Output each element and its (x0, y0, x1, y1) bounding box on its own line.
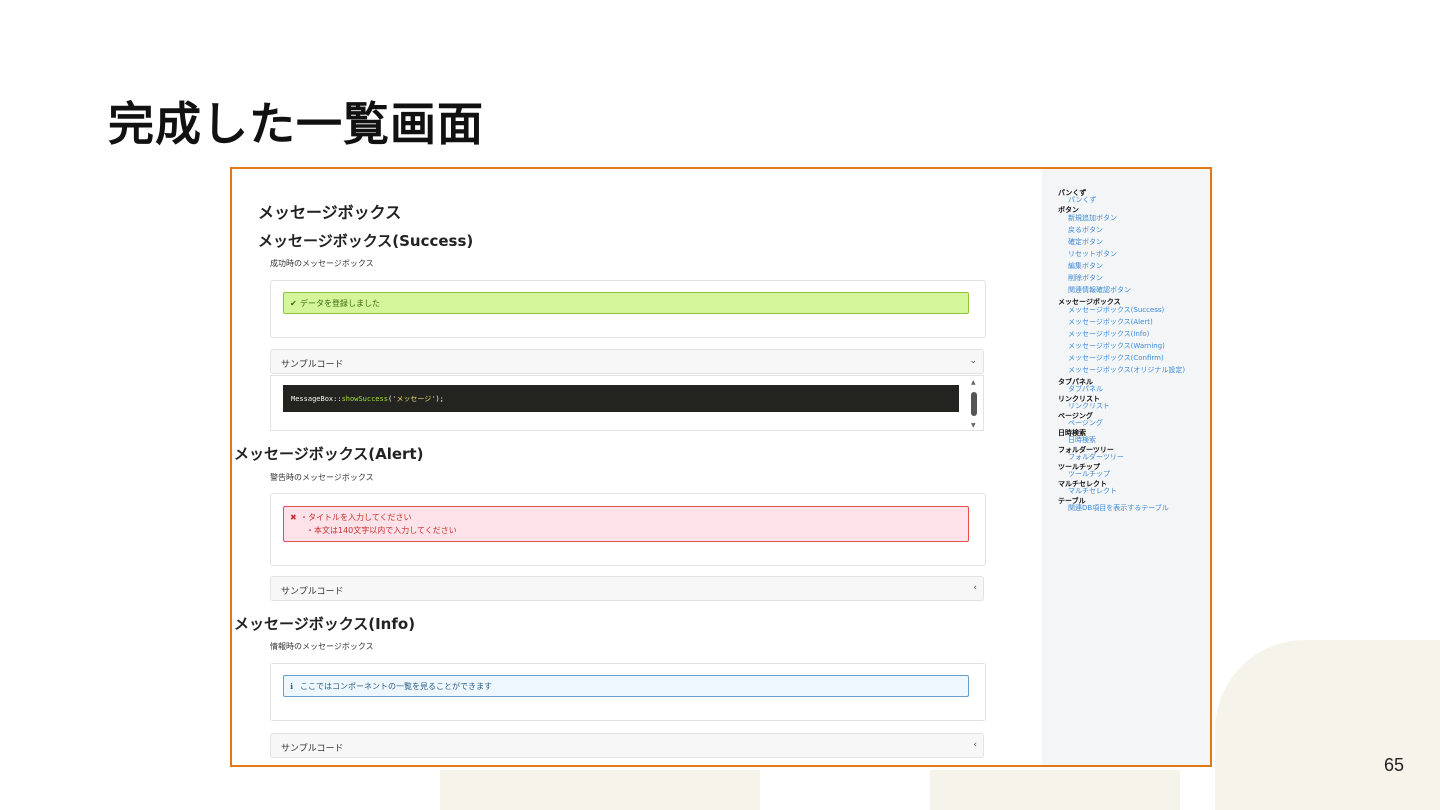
main-content: メッセージボックス メッセージボックス(Success) 成功時のメッセージボッ… (232, 169, 1042, 765)
alert-message-line-2: ・本文は140文字以内で入力してください (306, 526, 457, 535)
sidebar-link[interactable]: メッセージボックス(Success) (1068, 307, 1208, 314)
sidebar-link[interactable]: 戻るボタン (1068, 227, 1208, 234)
alert-message-line-1: ・タイトルを入力してください (300, 513, 412, 522)
chevron-left-icon: ‹ (973, 740, 977, 750)
sidebar-link[interactable]: メッセージボックス(Warning) (1068, 343, 1208, 350)
message-card-alert: ✖ ・タイトルを入力してください ・本文は140文字以内で入力してください (270, 493, 986, 566)
sidebar-link[interactable]: リセットボタン (1068, 251, 1208, 258)
sidebar-link[interactable]: 削除ボタン (1068, 275, 1208, 282)
page-number: 65 (1384, 755, 1405, 775)
sidebar-link[interactable]: 確定ボタン (1068, 239, 1208, 246)
sample-code-accordion-success[interactable]: サンプルコード ⌄ (270, 349, 984, 374)
section-title-info: メッセージボックス(Info) (234, 615, 416, 633)
chevron-left-icon: ‹ (973, 583, 977, 593)
sidebar-link[interactable]: 関連情報確認ボタン (1068, 287, 1208, 294)
sidebar-link[interactable]: 日時検索 (1068, 437, 1208, 444)
sidebar-link[interactable]: ページング (1068, 420, 1208, 427)
sidebar-link[interactable]: メッセージボックス(Alert) (1068, 319, 1208, 326)
info-circle-icon: ℹ (290, 682, 294, 691)
sidebar-link[interactable]: リンクリスト (1068, 403, 1208, 410)
sidebar-link[interactable]: メッセージボックス(Confirm) (1068, 355, 1208, 362)
code-panel: MessageBox::showSuccess('メッセージ'); ▲ ▼ (270, 375, 984, 431)
watermark-shape (440, 770, 760, 810)
sidebar-link[interactable]: メッセージボックス(オリジナル設定) (1068, 367, 1208, 374)
check-circle-icon: ✔ (290, 299, 297, 308)
slide-title: 完成した一覧画面 (108, 97, 484, 151)
section-description-success: 成功時のメッセージボックス (270, 259, 374, 268)
code-block: MessageBox::showSuccess('メッセージ'); (283, 385, 959, 412)
sidebar-group-label: メッセージボックス (1058, 298, 1121, 306)
scroll-down-arrow-icon[interactable]: ▼ (971, 422, 976, 429)
sidebar-nav: パンくず パンくず ボタン 新規追加ボタン 戻るボタン 確定ボタン リセットボタン 編集ボタン… (1042, 169, 1210, 765)
sample-code-accordion-info[interactable]: サンプルコード ‹ (270, 733, 984, 758)
sidebar-link[interactable]: 新規追加ボタン (1068, 215, 1208, 222)
info-message-text: ここではコンポーネントの一覧を見ることができます (300, 682, 492, 691)
section-title-success: メッセージボックス(Success) (258, 232, 474, 250)
scrollbar-thumb[interactable] (971, 392, 977, 416)
code-argument: 'メッセージ' (392, 395, 436, 403)
section-description-alert: 警告時のメッセージボックス (270, 473, 374, 482)
sidebar-link[interactable]: ツールチップ (1068, 471, 1208, 478)
chevron-down-icon: ⌄ (969, 356, 977, 366)
sidebar-group-label: ボタン (1058, 206, 1079, 214)
accordion-label: サンプルコード (281, 360, 344, 370)
sidebar-link[interactable]: メッセージボックス(Info) (1068, 331, 1208, 338)
alert-message: ✖ ・タイトルを入力してください ・本文は140文字以内で入力してください (283, 506, 969, 542)
info-message: ℹ ここではコンポーネントの一覧を見ることができます (283, 675, 969, 697)
scroll-up-arrow-icon[interactable]: ▲ (971, 379, 976, 386)
section-title-alert: メッセージボックス(Alert) (234, 445, 424, 463)
page-heading: メッセージボックス (258, 203, 402, 222)
sidebar-nav-list: パンくず パンくず ボタン 新規追加ボタン 戻るボタン 確定ボタン リセットボタン 編集ボタン… (1058, 187, 1208, 512)
message-card-success: ✔ データを登録しました (270, 280, 986, 338)
sidebar-link[interactable]: 編集ボタン (1068, 263, 1208, 270)
sidebar-link[interactable]: 関連DB項目を表示するテーブル (1068, 505, 1208, 512)
code-method: showSuccess (341, 395, 388, 403)
watermark-shape (1215, 640, 1440, 810)
success-message-text: データを登録しました (300, 299, 380, 308)
sidebar-link[interactable]: パンくず (1068, 197, 1208, 204)
sidebar-link[interactable]: タブパネル (1068, 386, 1208, 393)
code-class: MessageBox (291, 395, 334, 403)
sidebar-link[interactable]: フォルダーツリー (1068, 454, 1208, 461)
section-description-info: 情報時のメッセージボックス (270, 642, 374, 651)
code-close: ); (435, 395, 444, 403)
accordion-label: サンプルコード (281, 587, 344, 597)
sidebar-link[interactable]: マルチセレクト (1068, 488, 1208, 495)
x-icon: ✖ (290, 513, 297, 522)
sample-code-accordion-alert[interactable]: サンプルコード ‹ (270, 576, 984, 601)
success-message: ✔ データを登録しました (283, 292, 969, 314)
message-card-info: ℹ ここではコンポーネントの一覧を見ることができます (270, 663, 986, 721)
accordion-label: サンプルコード (281, 744, 344, 754)
screenshot-frame: メッセージボックス メッセージボックス(Success) 成功時のメッセージボッ… (230, 167, 1212, 767)
code-separator: :: (333, 395, 342, 403)
watermark-shape (930, 770, 1180, 810)
code-scrollbar[interactable]: ▲ ▼ (969, 379, 979, 429)
